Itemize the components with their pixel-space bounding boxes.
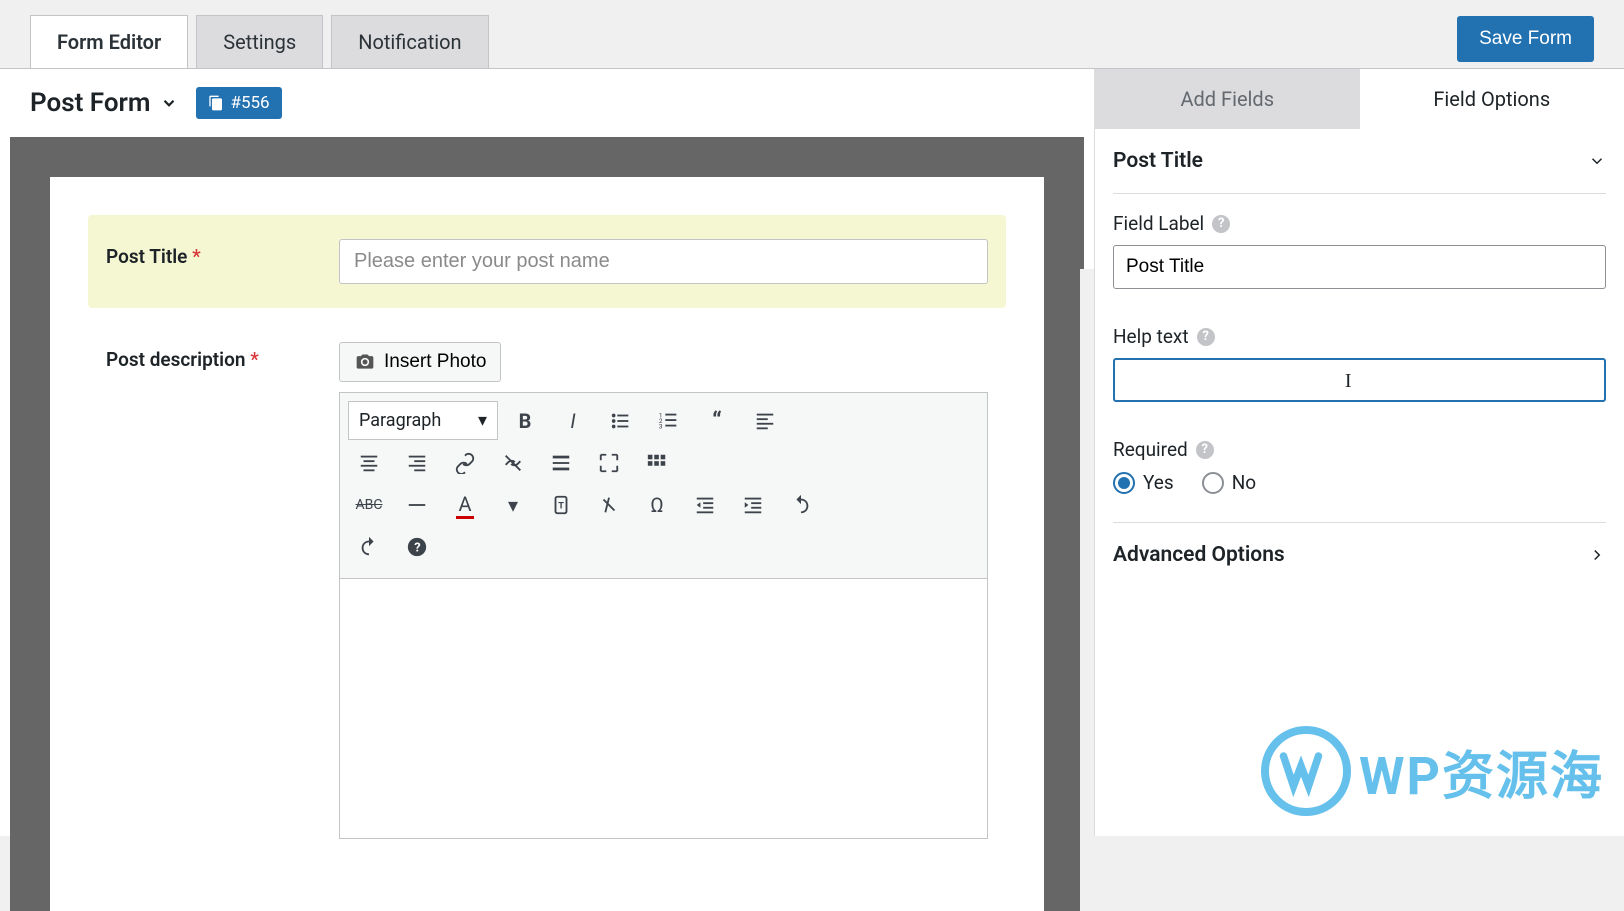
content-wrap: Post Form #556 Post Title * — [0, 68, 1624, 836]
outdent-button[interactable] — [684, 486, 726, 524]
form-title-text: Post Form — [30, 88, 150, 118]
italic-button[interactable]: I — [552, 402, 594, 440]
tab-field-options[interactable]: Field Options — [1360, 69, 1624, 129]
camera-icon — [354, 352, 376, 372]
help-icon[interactable]: ? — [1196, 441, 1214, 459]
dropdown-caret-icon: ▾ — [478, 410, 487, 431]
bullet-list-button[interactable] — [600, 402, 642, 440]
form-header: Post Form #556 — [0, 69, 1094, 137]
redo-button[interactable] — [348, 528, 390, 566]
watermark: WP资源海 — [1261, 726, 1604, 816]
strikethrough-button[interactable]: ABC — [348, 486, 390, 524]
side-tabs: Add Fields Field Options — [1095, 69, 1624, 129]
form-title-dropdown[interactable]: Post Form — [30, 88, 178, 118]
text-color-dropdown[interactable]: ▾ — [492, 486, 534, 524]
horizontal-rule-button[interactable] — [396, 486, 438, 524]
insert-more-button[interactable] — [540, 444, 582, 482]
tab-form-editor[interactable]: Form Editor — [30, 15, 188, 68]
clear-formatting-button[interactable] — [588, 486, 630, 524]
tab-add-fields[interactable]: Add Fields — [1095, 69, 1360, 129]
tab-settings[interactable]: Settings — [196, 15, 323, 68]
scrollbar[interactable] — [1080, 269, 1094, 911]
help-text-input[interactable]: I — [1113, 358, 1606, 402]
editor-content-area[interactable] — [339, 579, 988, 839]
right-panel: Add Fields Field Options Post Title Fiel… — [1094, 69, 1624, 836]
top-bar: Form Editor Settings Notification Save F… — [0, 0, 1624, 68]
save-form-button[interactable]: Save Form — [1457, 16, 1594, 62]
tab-notification[interactable]: Notification — [331, 15, 488, 68]
paste-text-button[interactable]: T — [540, 486, 582, 524]
format-select[interactable]: Paragraph ▾ — [348, 401, 498, 440]
insert-photo-button[interactable]: Insert Photo — [339, 342, 501, 382]
field-post-description[interactable]: Post description * Insert Photo Paragrap… — [88, 318, 1006, 863]
label-required: Required — [1113, 438, 1188, 461]
form-canvas-inner: Post Title * Post description * Insert P… — [50, 177, 1044, 911]
svg-text:3: 3 — [659, 422, 663, 430]
align-right-button[interactable] — [396, 444, 438, 482]
field-label: Post description * — [106, 342, 321, 839]
radio-required-no[interactable]: No — [1202, 471, 1256, 494]
align-center-button[interactable] — [348, 444, 390, 482]
text-color-button[interactable]: A — [444, 486, 486, 524]
form-id-badge[interactable]: #556 — [196, 87, 281, 119]
special-char-button[interactable]: Ω — [636, 486, 678, 524]
help-button[interactable]: ? — [396, 528, 438, 566]
bold-button[interactable]: B — [504, 402, 546, 440]
field-label: Post Title * — [106, 239, 321, 284]
radio-required-yes[interactable]: Yes — [1113, 471, 1174, 494]
option-help-text: Help text ? I — [1113, 307, 1606, 420]
section-post-title[interactable]: Post Title — [1113, 129, 1606, 194]
chevron-down-icon — [160, 94, 178, 112]
unlink-button[interactable] — [492, 444, 534, 482]
toolbar-toggle-button[interactable] — [636, 444, 678, 482]
svg-text:T: T — [558, 502, 564, 512]
section-advanced-options[interactable]: Advanced Options — [1113, 522, 1606, 587]
option-field-label: Field Label ? — [1113, 194, 1606, 307]
chevron-right-icon — [1588, 546, 1606, 564]
number-list-button[interactable]: 123 — [648, 402, 690, 440]
copy-icon — [208, 95, 224, 111]
post-title-input[interactable] — [339, 239, 988, 284]
required-asterisk: * — [250, 348, 259, 371]
field-post-title[interactable]: Post Title * — [88, 215, 1006, 308]
help-icon[interactable]: ? — [1212, 215, 1230, 233]
link-button[interactable] — [444, 444, 486, 482]
form-canvas: Post Title * Post description * Insert P… — [10, 137, 1084, 911]
main-tabs: Form Editor Settings Notification — [30, 15, 489, 68]
fullscreen-button[interactable] — [588, 444, 630, 482]
blockquote-button[interactable]: “ — [696, 402, 738, 440]
undo-button[interactable] — [780, 486, 822, 524]
required-asterisk: * — [192, 245, 201, 268]
option-required: Required ? Yes No — [1113, 420, 1606, 512]
label-help-text: Help text — [1113, 325, 1189, 348]
label-field-label: Field Label — [1113, 212, 1204, 235]
chevron-down-icon — [1588, 152, 1606, 170]
svg-text:?: ? — [414, 541, 420, 556]
wp-logo-icon — [1261, 726, 1351, 816]
indent-button[interactable] — [732, 486, 774, 524]
editor-toolbar: Paragraph ▾ B I 123 “ — [339, 392, 988, 579]
help-icon[interactable]: ? — [1197, 328, 1215, 346]
align-left-button[interactable] — [744, 402, 786, 440]
left-panel: Post Form #556 Post Title * — [0, 69, 1094, 836]
field-label-input[interactable] — [1113, 245, 1606, 289]
